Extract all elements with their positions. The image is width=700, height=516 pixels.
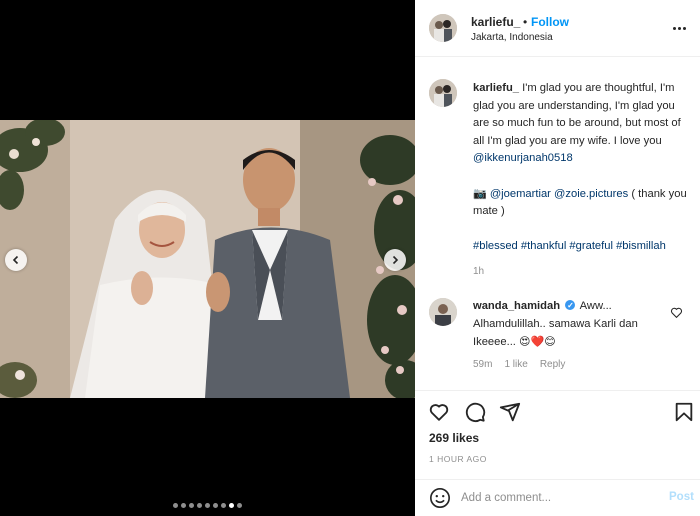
comment: wanda_hamidah Aww... Alhamdulillah.. sam… bbox=[473, 297, 669, 352]
carousel-prev-button[interactable] bbox=[5, 249, 27, 271]
hashtag[interactable]: #blessed bbox=[473, 240, 518, 252]
comment-avatar[interactable] bbox=[429, 298, 457, 326]
caption-timestamp[interactable]: 1h bbox=[473, 266, 484, 277]
carousel-dot bbox=[197, 503, 202, 508]
comment-likes[interactable]: 1 like bbox=[504, 359, 527, 370]
caption-mention[interactable]: @ikkenurjanah0518 bbox=[473, 152, 573, 164]
hashtag[interactable]: #bismillah bbox=[616, 240, 666, 252]
caption-credits: 📷 @joemartiar @zoie.pictures ( thank you… bbox=[473, 185, 693, 221]
header-separator: • bbox=[523, 15, 528, 29]
carousel-dot bbox=[237, 503, 242, 508]
hashtag[interactable]: #grateful bbox=[569, 240, 613, 252]
chevron-left-icon bbox=[12, 255, 19, 265]
carousel-next-button[interactable] bbox=[384, 249, 406, 271]
post-comment-button[interactable]: Post bbox=[669, 491, 694, 503]
caption-username[interactable]: karliefu_ bbox=[473, 82, 519, 94]
photo-illustration bbox=[0, 120, 415, 398]
carousel-dot bbox=[189, 503, 194, 508]
comment-emojis: 😍❤️😊 bbox=[519, 335, 556, 348]
wedding-photo[interactable] bbox=[0, 120, 415, 398]
share-icon[interactable] bbox=[499, 401, 521, 423]
post-header: karliefu_ • Follow Jakarta, Indonesia bbox=[415, 0, 700, 57]
carousel-dot bbox=[221, 503, 226, 508]
carousel-dot bbox=[205, 503, 210, 508]
camera-icon: 📷 bbox=[473, 186, 487, 200]
carousel-dot bbox=[173, 503, 178, 508]
post-author-username[interactable]: karliefu_ bbox=[471, 15, 520, 29]
post-location[interactable]: Jakarta, Indonesia bbox=[471, 32, 553, 43]
bookmark-icon[interactable] bbox=[673, 401, 695, 423]
avatar-image bbox=[429, 298, 457, 326]
follow-button[interactable]: Follow bbox=[531, 15, 569, 29]
post-caption: karliefu_ I'm glad you are thoughtful, I… bbox=[473, 80, 693, 255]
caption-avatar[interactable] bbox=[429, 79, 457, 107]
avatar[interactable] bbox=[429, 14, 457, 42]
likes-count[interactable]: 269 likes bbox=[429, 431, 479, 445]
post-actions: 269 likes 1 HOUR AGO bbox=[415, 390, 700, 480]
hashtag[interactable]: #thankful bbox=[521, 240, 566, 252]
credit-mention-1[interactable]: @joemartiar bbox=[490, 188, 551, 200]
post-time[interactable]: 1 HOUR AGO bbox=[429, 454, 487, 464]
carousel-dot bbox=[213, 503, 218, 508]
caption-main: karliefu_ I'm glad you are thoughtful, I… bbox=[473, 80, 693, 168]
comment-time[interactable]: 59m bbox=[473, 359, 492, 370]
heart-outline-icon[interactable] bbox=[670, 306, 683, 319]
carousel-indicator bbox=[0, 503, 415, 508]
carousel-dot bbox=[181, 503, 186, 508]
avatar-image bbox=[429, 14, 457, 42]
chevron-right-icon bbox=[392, 255, 399, 265]
reply-button[interactable]: Reply bbox=[540, 359, 566, 370]
add-comment-bar: Post bbox=[415, 479, 700, 516]
carousel-dot bbox=[229, 503, 234, 508]
post-details-panel: karliefu_ • Follow Jakarta, Indonesia ka… bbox=[415, 0, 700, 516]
more-horizontal-icon[interactable] bbox=[673, 20, 689, 36]
caption-hashtags: #blessed #thankful #grateful #bismillah bbox=[473, 238, 693, 256]
avatar-image bbox=[429, 79, 457, 107]
comment-input[interactable] bbox=[461, 489, 651, 507]
comment-username[interactable]: wanda_hamidah bbox=[473, 300, 560, 312]
smile-emoji-icon[interactable] bbox=[429, 487, 451, 509]
credit-mention-2[interactable]: @zoie.pictures bbox=[554, 188, 628, 200]
comment-meta: 59m 1 like Reply bbox=[473, 359, 565, 370]
comment-icon[interactable] bbox=[464, 401, 486, 423]
post-media bbox=[0, 0, 415, 516]
verified-badge-icon bbox=[565, 297, 576, 315]
heart-icon[interactable] bbox=[428, 401, 450, 423]
